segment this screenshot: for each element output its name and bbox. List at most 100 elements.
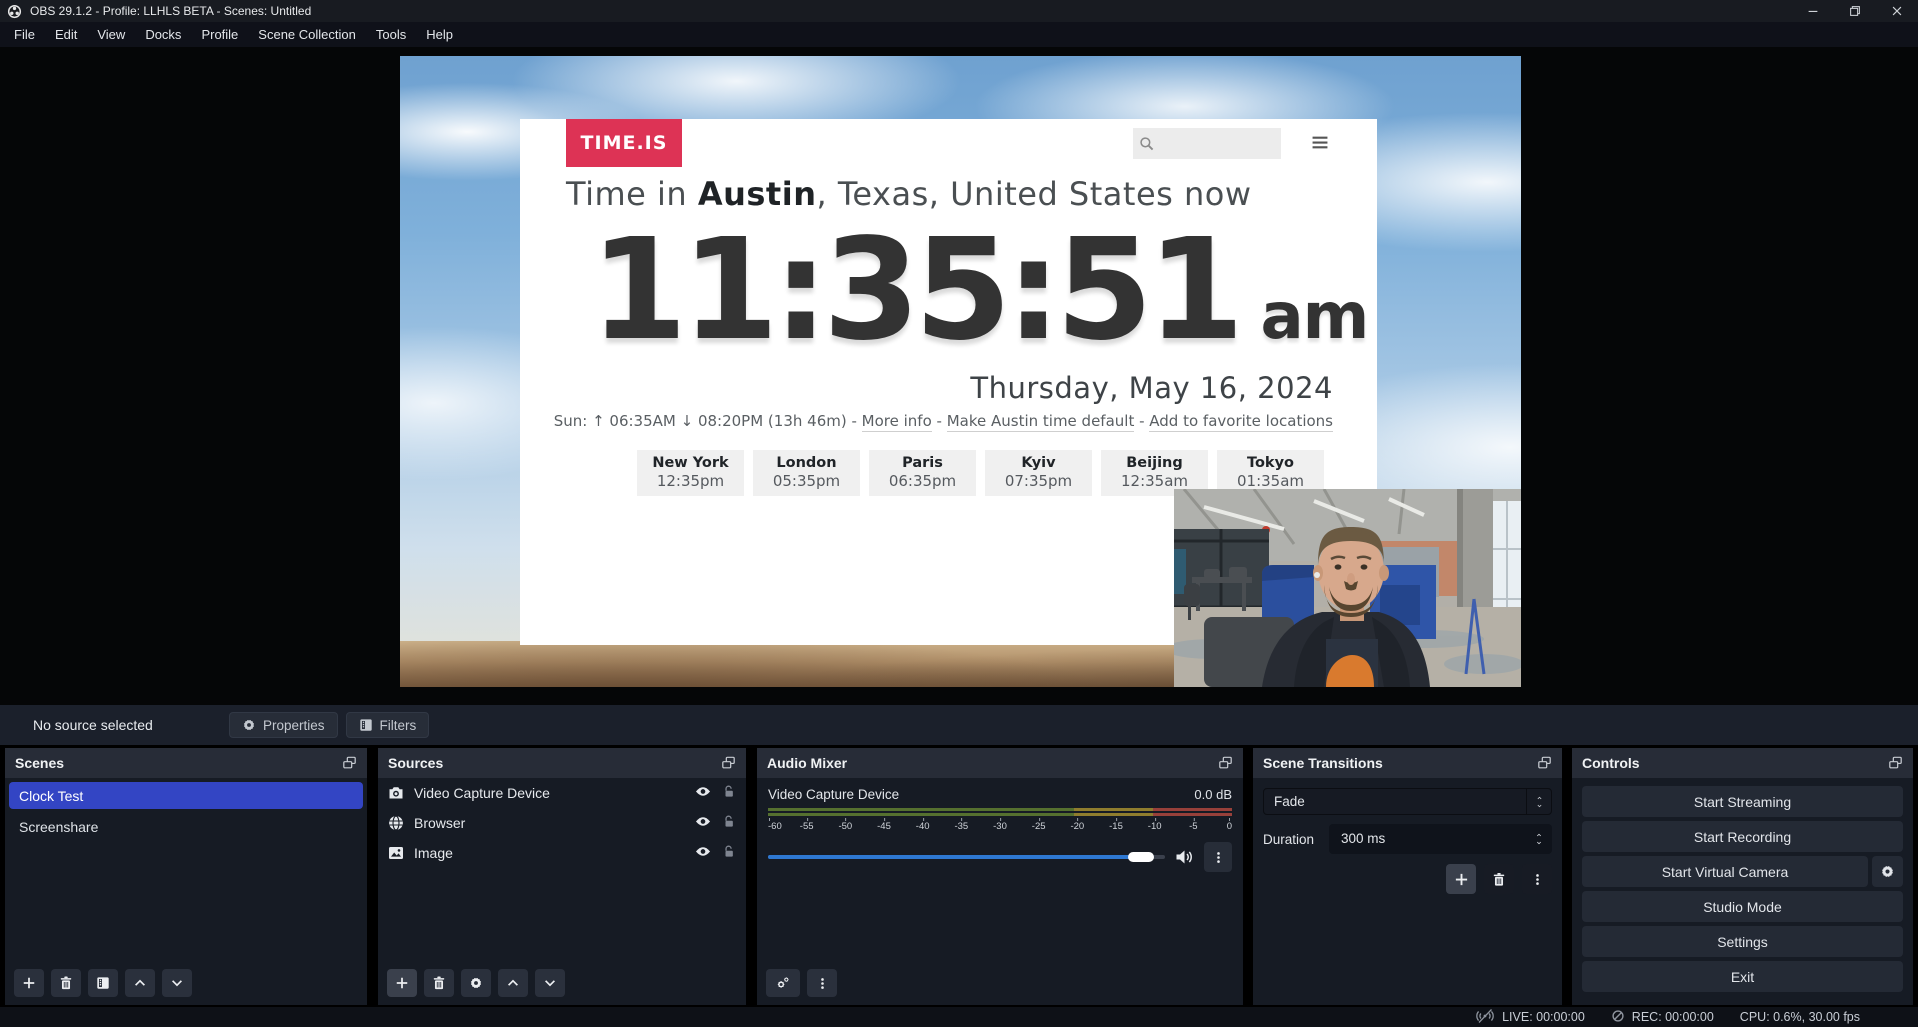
dots-vertical-icon — [816, 976, 829, 991]
properties-button[interactable]: Properties — [229, 712, 338, 738]
virtual-camera-settings-button[interactable] — [1872, 856, 1903, 887]
camera-icon — [388, 785, 404, 801]
make-default-link[interactable]: Make Austin time default — [947, 412, 1135, 432]
controls-header[interactable]: Controls — [1572, 748, 1913, 778]
chevron-up-icon — [1535, 795, 1544, 801]
exit-button[interactable]: Exit — [1582, 961, 1903, 992]
cpu-fps-status: CPU: 0.6%, 30.00 fps — [1740, 1010, 1860, 1024]
remove-scene-button[interactable] — [51, 969, 81, 997]
dock-title: Sources — [388, 755, 443, 771]
audio-mixer-header[interactable]: Audio Mixer — [757, 748, 1243, 778]
volume-slider-handle[interactable] — [1128, 852, 1154, 862]
more-info-link[interactable]: More info — [862, 412, 932, 432]
speaker-icon[interactable] — [1175, 849, 1194, 865]
popout-icon[interactable] — [1537, 756, 1552, 770]
volume-meter — [768, 808, 1232, 816]
popout-icon[interactable] — [721, 756, 736, 770]
city-box[interactable]: Paris06:35pm — [869, 450, 976, 496]
add-transition-button[interactable] — [1446, 864, 1476, 894]
source-down-button[interactable] — [535, 969, 565, 997]
city-box[interactable]: New York12:35pm — [637, 450, 744, 496]
double-gear-icon — [775, 976, 791, 991]
add-source-button[interactable] — [387, 969, 417, 997]
scene-item-screenshare[interactable]: Screenshare — [5, 813, 367, 840]
plus-icon — [22, 976, 36, 990]
statusbar: LIVE: 00:00:00 REC: 00:00:00 CPU: 0.6%, … — [0, 1007, 1918, 1027]
duration-spinbox[interactable]: 300 ms — [1329, 824, 1552, 854]
lock-icon[interactable] — [722, 814, 736, 832]
menu-file[interactable]: File — [4, 22, 45, 47]
filters-button[interactable]: Filters — [346, 712, 430, 738]
restore-button[interactable] — [1834, 0, 1876, 22]
transition-selected-value: Fade — [1264, 789, 1526, 814]
lock-icon[interactable] — [722, 784, 736, 802]
menu-profile[interactable]: Profile — [191, 22, 248, 47]
titlebar: OBS 29.1.2 - Profile: LLHLS BETA - Scene… — [0, 0, 1918, 22]
mixer-channel-menu-button[interactable] — [1204, 842, 1232, 872]
start-recording-button[interactable]: Start Recording — [1582, 821, 1903, 852]
sources-dock-header[interactable]: Sources — [378, 748, 746, 778]
popout-icon[interactable] — [1218, 756, 1233, 770]
popout-icon[interactable] — [1888, 756, 1903, 770]
scene-up-button[interactable] — [125, 969, 155, 997]
menu-tools[interactable]: Tools — [366, 22, 416, 47]
clock-meridiem: am — [1260, 280, 1368, 354]
menu-scene-collection[interactable]: Scene Collection — [248, 22, 366, 47]
record-inactive-icon — [1611, 1009, 1625, 1026]
source-item-browser[interactable]: Browser — [378, 808, 746, 838]
rec-status: REC: 00:00:00 — [1611, 1009, 1714, 1026]
obs-logo-icon — [7, 4, 22, 19]
webcam-overlay — [1174, 489, 1521, 687]
visibility-eye-icon[interactable] — [694, 814, 712, 832]
start-streaming-button[interactable]: Start Streaming — [1582, 786, 1903, 817]
source-properties-button[interactable] — [461, 969, 491, 997]
transition-menu-button[interactable] — [1522, 864, 1552, 894]
dock-title: Scenes — [15, 755, 64, 771]
preview-canvas[interactable]: TIME.IS Time in Austin, Texas, United St… — [400, 56, 1521, 687]
start-virtual-camera-button[interactable]: Start Virtual Camera — [1582, 856, 1868, 887]
source-item-video-capture[interactable]: Video Capture Device — [378, 778, 746, 808]
restore-icon — [1848, 4, 1862, 18]
transitions-body: Fade Duration 300 ms — [1253, 778, 1562, 1005]
source-up-button[interactable] — [498, 969, 528, 997]
filters-icon — [96, 976, 110, 990]
search-icon — [1139, 136, 1154, 151]
spin-arrows[interactable] — [1534, 824, 1544, 854]
popout-icon[interactable] — [342, 756, 357, 770]
volume-slider[interactable] — [768, 855, 1165, 859]
close-button[interactable] — [1876, 0, 1918, 22]
scene-item-clock-test[interactable]: Clock Test — [9, 782, 363, 809]
visibility-eye-icon[interactable] — [694, 844, 712, 862]
add-scene-button[interactable] — [14, 969, 44, 997]
combo-arrows[interactable] — [1526, 789, 1551, 814]
remove-transition-button[interactable] — [1484, 864, 1514, 894]
site-search[interactable] — [1133, 128, 1281, 159]
date-text: Thursday, May 16, 2024 — [970, 371, 1333, 405]
hamburger-menu-icon[interactable] — [1309, 134, 1331, 155]
lock-icon[interactable] — [722, 844, 736, 862]
transition-select[interactable]: Fade — [1263, 788, 1552, 815]
city-box[interactable]: London05:35pm — [753, 450, 860, 496]
advanced-audio-button[interactable] — [766, 969, 800, 997]
menu-docks[interactable]: Docks — [135, 22, 191, 47]
remove-source-button[interactable] — [424, 969, 454, 997]
minimize-button[interactable] — [1792, 0, 1834, 22]
scene-transitions-header[interactable]: Scene Transitions — [1253, 748, 1562, 778]
menu-view[interactable]: View — [87, 22, 135, 47]
scene-filters-button[interactable] — [88, 969, 118, 997]
add-favorite-link[interactable]: Add to favorite locations — [1149, 412, 1333, 432]
menu-edit[interactable]: Edit — [45, 22, 87, 47]
mixer-menu-button[interactable] — [807, 969, 837, 997]
city-box[interactable]: Kyiv07:35pm — [985, 450, 1092, 496]
arrow-down-icon — [170, 976, 184, 990]
source-item-image[interactable]: Image — [378, 838, 746, 868]
menu-help[interactable]: Help — [416, 22, 463, 47]
controls-body: Start Streaming Start Recording Start Vi… — [1572, 778, 1913, 1005]
scene-down-button[interactable] — [162, 969, 192, 997]
visibility-eye-icon[interactable] — [694, 784, 712, 802]
arrow-up-icon — [133, 976, 147, 990]
scenes-dock-header[interactable]: Scenes — [5, 748, 367, 778]
studio-mode-button[interactable]: Studio Mode — [1582, 891, 1903, 922]
settings-button[interactable]: Settings — [1582, 926, 1903, 957]
search-input[interactable] — [1158, 132, 1268, 156]
